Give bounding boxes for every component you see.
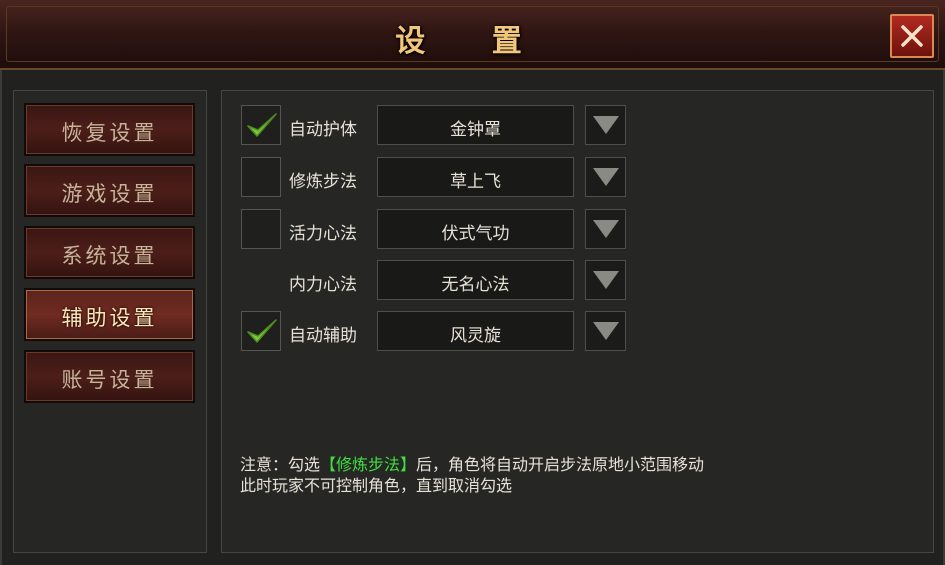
select-value: 金钟罩 bbox=[450, 120, 501, 140]
triangle-down-icon bbox=[593, 168, 619, 186]
select-value: 风灵旋 bbox=[450, 326, 501, 346]
checkmark-icon bbox=[247, 319, 277, 343]
step-training-label: 修炼步法 bbox=[289, 172, 357, 192]
auto-assist-checkbox[interactable] bbox=[241, 311, 281, 351]
title-bar: 设 置 bbox=[0, 0, 945, 70]
nav-item-label: 游戏设置 bbox=[61, 182, 158, 206]
select-value: 草上飞 bbox=[450, 172, 501, 192]
note-prefix: 注意：勾选 bbox=[240, 455, 321, 474]
vitality-checkbox[interactable] bbox=[241, 209, 281, 249]
triangle-down-icon bbox=[593, 220, 619, 238]
nav-item-label: 账号设置 bbox=[61, 368, 158, 392]
vitality-select[interactable]: 伏式气功 bbox=[377, 209, 574, 249]
auto-assist-select[interactable]: 风灵旋 bbox=[377, 311, 574, 351]
step-training-checkbox[interactable] bbox=[241, 157, 281, 197]
nav-item-restore[interactable]: 恢复设置 bbox=[24, 103, 195, 156]
note-highlight: 【修炼步法】 bbox=[320, 455, 417, 474]
close-icon bbox=[901, 25, 923, 47]
note-line-1: 注意：勾选【修炼步法】后，角色将自动开启步法原地小范围移动 bbox=[240, 454, 890, 475]
auto-assist-label: 自动辅助 bbox=[289, 326, 357, 346]
nav-item-assist[interactable]: 辅助设置 bbox=[24, 288, 195, 341]
auto-protect-label: 自动护体 bbox=[289, 120, 357, 140]
dialog-title: 设 置 bbox=[395, 24, 550, 59]
note-suffix: 后，角色将自动开启步法原地小范围移动 bbox=[416, 455, 705, 474]
auto-assist-dropdown-button[interactable] bbox=[585, 311, 626, 351]
nav-item-game[interactable]: 游戏设置 bbox=[24, 164, 195, 217]
note-line-2: 此时玩家不可控制角色，直到取消勾选 bbox=[240, 476, 513, 495]
step-training-select[interactable]: 草上飞 bbox=[377, 157, 574, 197]
inner-power-select[interactable]: 无名心法 bbox=[377, 260, 574, 300]
inner-power-dropdown-button[interactable] bbox=[585, 260, 626, 300]
auto-protect-dropdown-button[interactable] bbox=[585, 105, 626, 145]
step-training-dropdown-button[interactable] bbox=[585, 157, 626, 197]
select-value: 无名心法 bbox=[441, 275, 510, 295]
nav-item-label: 系统设置 bbox=[61, 244, 158, 268]
nav-item-label: 恢复设置 bbox=[61, 121, 158, 145]
select-value: 伏式气功 bbox=[441, 224, 510, 244]
inner-power-label: 内力心法 bbox=[289, 275, 357, 295]
nav-item-label: 辅助设置 bbox=[61, 306, 158, 330]
nav-item-system[interactable]: 系统设置 bbox=[24, 226, 195, 279]
auto-protect-checkbox[interactable] bbox=[241, 105, 281, 145]
nav-item-account[interactable]: 账号设置 bbox=[24, 350, 195, 403]
vitality-label: 活力心法 bbox=[289, 224, 357, 244]
close-button[interactable] bbox=[890, 14, 934, 58]
triangle-down-icon bbox=[593, 322, 619, 340]
triangle-down-icon bbox=[593, 271, 619, 289]
vitality-dropdown-button[interactable] bbox=[585, 209, 626, 249]
triangle-down-icon bbox=[593, 116, 619, 134]
note-text: 注意：勾选【修炼步法】后，角色将自动开启步法原地小范围移动 此时玩家不可控制角色… bbox=[240, 454, 890, 496]
checkmark-icon bbox=[247, 113, 277, 137]
auto-protect-select[interactable]: 金钟罩 bbox=[377, 105, 574, 145]
